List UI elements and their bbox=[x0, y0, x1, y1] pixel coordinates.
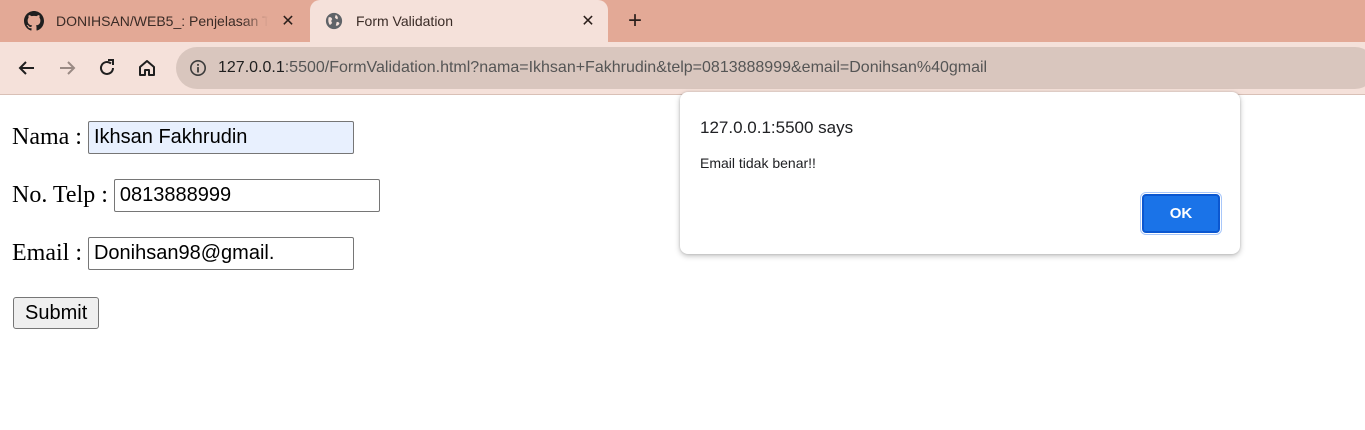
url-path: :5500/FormValidation.html?nama=Ikhsan+Fa… bbox=[284, 59, 988, 76]
tab-title: Form Validation bbox=[356, 13, 454, 29]
email-input[interactable] bbox=[87, 237, 354, 270]
nama-row: Nama : bbox=[12, 121, 354, 154]
telp-input[interactable] bbox=[113, 179, 380, 212]
telp-label: No. Telp : bbox=[12, 182, 108, 208]
alert-dialog: 127.0.0.1:5500 says Email tidak benar!! … bbox=[680, 92, 1240, 254]
dialog-title: 127.0.0.1:5500 says bbox=[700, 118, 854, 137]
nama-input[interactable] bbox=[87, 121, 354, 154]
globe-icon bbox=[324, 11, 344, 31]
nama-label: Nama : bbox=[12, 124, 82, 150]
submit-button[interactable]: Submit bbox=[13, 297, 100, 329]
reload-icon[interactable] bbox=[94, 55, 120, 81]
back-icon[interactable] bbox=[14, 55, 40, 81]
address-bar[interactable]: 127.0.0.1:5500/FormValidation.html?nama=… bbox=[176, 47, 1365, 89]
close-icon[interactable]: ✕ bbox=[578, 11, 598, 31]
tab-form-validation[interactable]: Form Validation ✕ bbox=[310, 0, 608, 42]
url-host: 127.0.0.1 bbox=[218, 59, 285, 76]
email-label: Email : bbox=[12, 240, 82, 266]
tab-title: DONIHSAN/WEB5_: Penjelasan T bbox=[56, 13, 268, 29]
telp-row: No. Telp : bbox=[12, 179, 380, 212]
tab-github[interactable]: DONIHSAN/WEB5_: Penjelasan T ✕ bbox=[0, 0, 308, 42]
close-icon[interactable]: ✕ bbox=[278, 11, 298, 31]
browser-toolbar: 127.0.0.1:5500/FormValidation.html?nama=… bbox=[0, 42, 1365, 95]
forward-icon[interactable] bbox=[54, 55, 80, 81]
github-icon bbox=[24, 11, 44, 31]
email-row: Email : bbox=[12, 237, 354, 270]
new-tab-button[interactable]: + bbox=[622, 7, 648, 34]
info-icon[interactable] bbox=[188, 58, 208, 78]
ok-button[interactable]: OK bbox=[1140, 192, 1222, 235]
url-text: 127.0.0.1:5500/FormValidation.html?nama=… bbox=[218, 59, 987, 77]
home-icon[interactable] bbox=[134, 55, 160, 81]
dialog-message: Email tidak benar!! bbox=[700, 155, 816, 171]
tab-strip: DONIHSAN/WEB5_: Penjelasan T ✕ Form Vali… bbox=[0, 0, 1365, 42]
